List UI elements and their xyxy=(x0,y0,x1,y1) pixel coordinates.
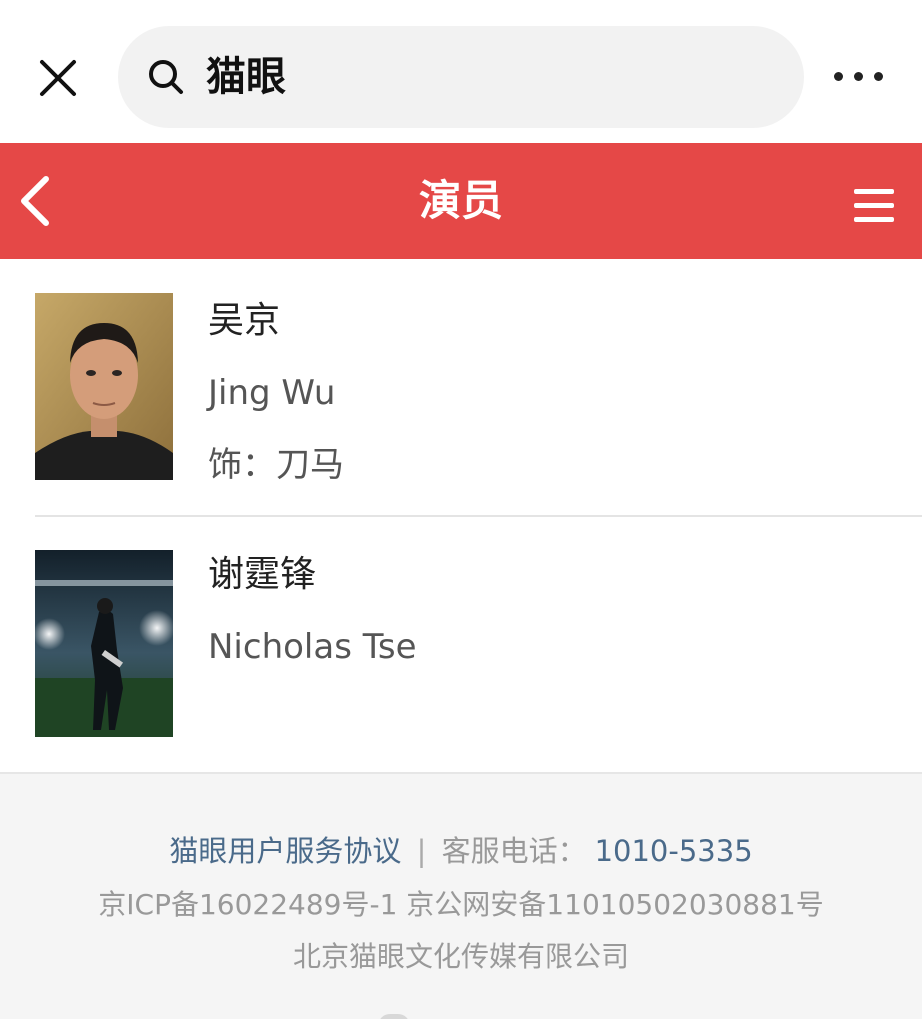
hamburger-menu-icon[interactable] xyxy=(852,183,898,229)
footer-separator: | xyxy=(416,834,427,868)
actor-name-en: Jing Wu xyxy=(208,373,336,413)
actor-name-cn: 谢霆锋 xyxy=(208,554,317,595)
actor-name-cn: 吴京 xyxy=(208,300,281,341)
actor-item[interactable]: 吴京 Jing Wu 饰：刀马 xyxy=(0,259,922,517)
service-phone-link[interactable]: 1010-5335 xyxy=(595,834,753,868)
page-title: 演员 xyxy=(418,176,503,225)
back-chevron-icon[interactable] xyxy=(14,173,58,229)
actor-photo-nicholas-tse xyxy=(35,550,173,737)
service-phone-label: 客服电话： xyxy=(441,834,587,868)
search-icon xyxy=(146,57,186,97)
icp-license-text: 京ICP备16022489号-1 京公网安备11010502030881号 xyxy=(98,888,824,921)
scroll-indicator xyxy=(378,1014,410,1019)
company-name: 北京猫眼文化传媒有限公司 xyxy=(292,940,629,973)
actor-photo-jing-wu xyxy=(35,293,173,480)
actor-role: 饰：刀马 xyxy=(208,445,344,485)
search-query-text: 猫眼 xyxy=(206,54,286,100)
search-bar[interactable]: 猫眼 xyxy=(118,26,804,128)
actor-list: 吴京 Jing Wu 饰：刀马 谢霆锋 Nicholas Tse xyxy=(0,259,922,773)
actor-name-en: Nicholas Tse xyxy=(208,627,417,667)
app-header: 演员 xyxy=(0,143,922,259)
browser-top-bar: 猫眼 xyxy=(0,0,922,143)
user-agreement-link[interactable]: 猫眼用户服务协议 xyxy=(169,834,401,868)
close-icon[interactable] xyxy=(34,54,82,102)
more-dots-icon[interactable] xyxy=(826,58,890,94)
footer-links-line: 猫眼用户服务协议 | 客服电话： 1010-5335 xyxy=(0,830,922,872)
page-footer: 猫眼用户服务协议 | 客服电话： 1010-5335 京ICP备16022489号… xyxy=(0,772,922,1019)
actor-item[interactable]: 谢霆锋 Nicholas Tse xyxy=(0,517,922,773)
